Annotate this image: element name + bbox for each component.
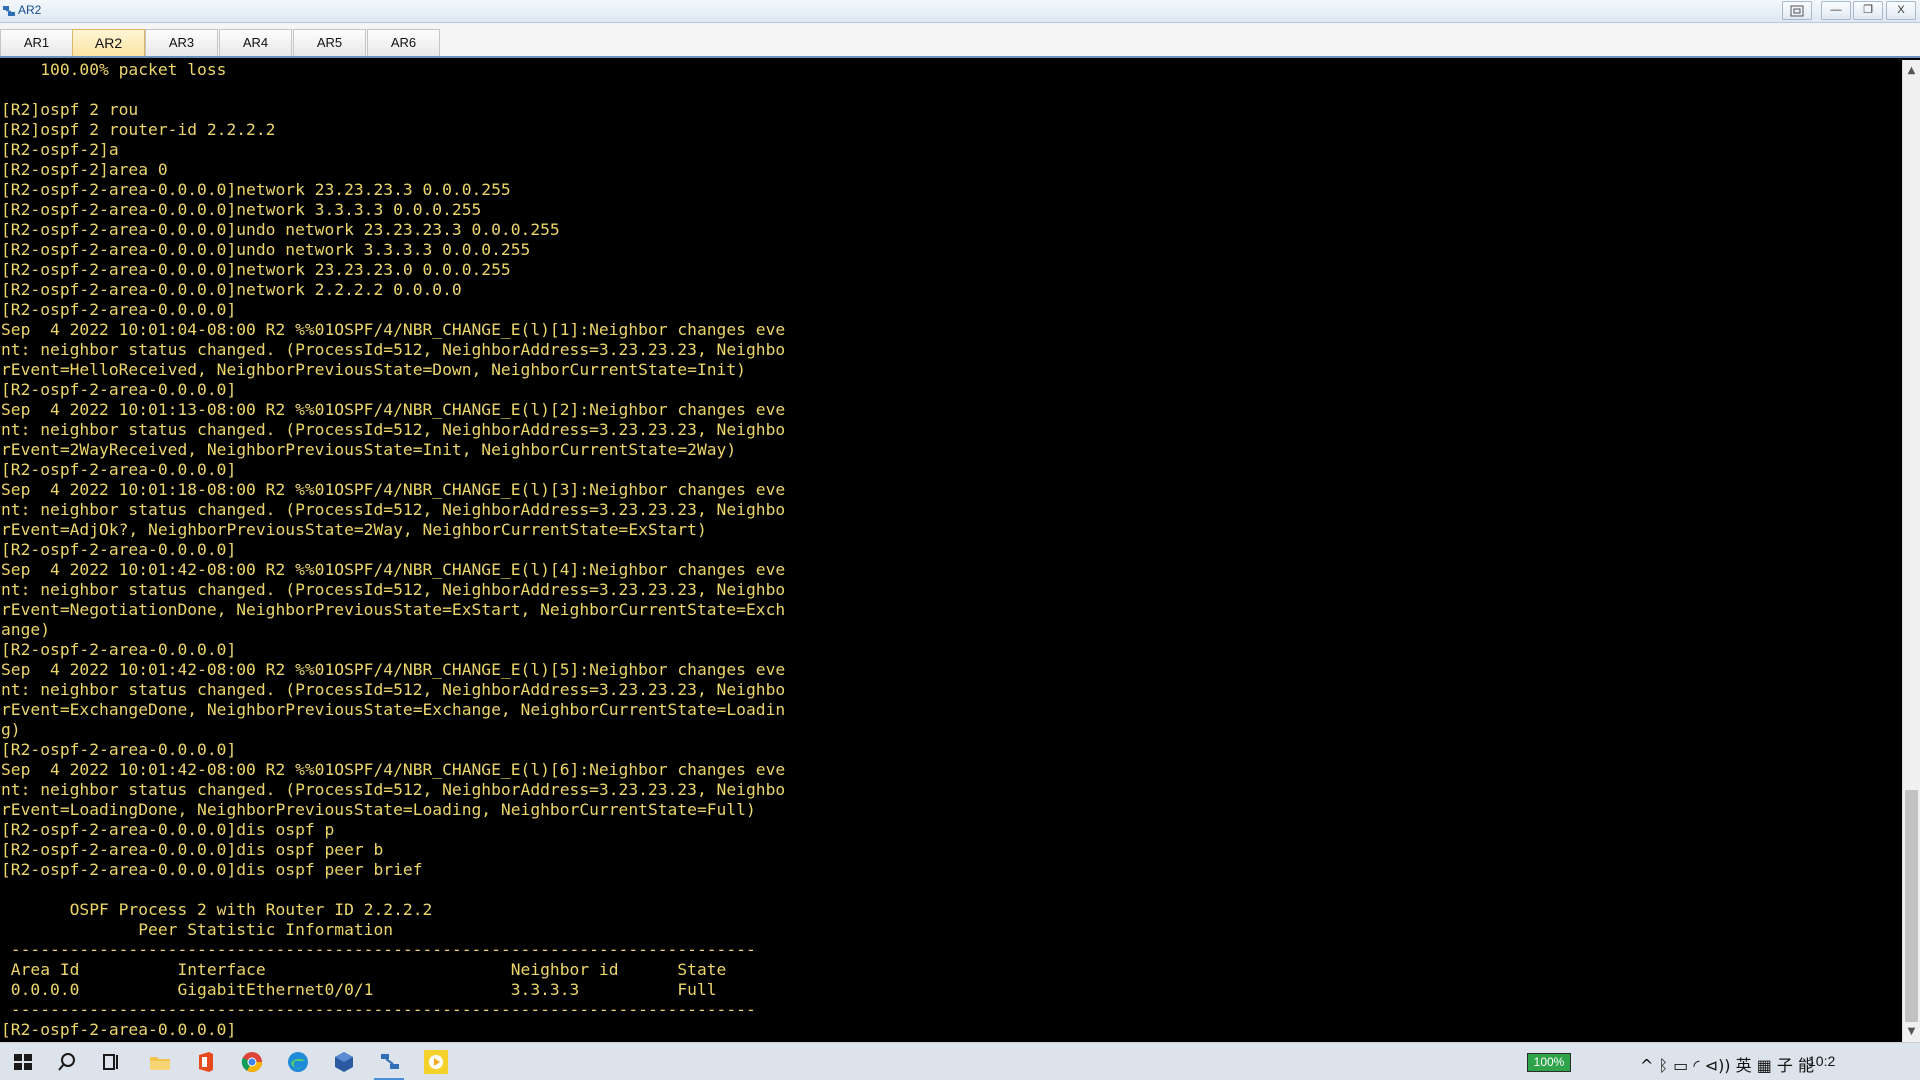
- terminal-line: [R2-ospf-2-area-0.0.0.0]dis ospf p: [1, 820, 335, 839]
- terminal-line: 100.00% packet loss: [1, 60, 227, 79]
- media-player-icon[interactable]: [423, 1050, 449, 1074]
- scroll-down-icon[interactable]: ▼: [1903, 1023, 1920, 1040]
- system-tray[interactable]: ^ ᛒ ▭ ◜ ⊲)) 英 ▦ 子 能: [1640, 1052, 1814, 1076]
- minimize-button[interactable]: —: [1821, 1, 1851, 20]
- terminal-line: [R2-ospf-2-area-0.0.0.0]: [1, 640, 237, 659]
- windows-start-icon[interactable]: [10, 1050, 36, 1074]
- terminal-line: [R2-ospf-2-area-0.0.0.0]: [1, 540, 237, 559]
- clock[interactable]: 10:2: [1808, 1053, 1835, 1069]
- terminal-line: g): [1, 720, 21, 739]
- terminal-line: nt: neighbor status changed. (ProcessId=…: [1, 580, 786, 599]
- virtualbox-icon[interactable]: [331, 1050, 357, 1074]
- terminal-line: nt: neighbor status changed. (ProcessId=…: [1, 500, 786, 519]
- terminal-line: OSPF Process 2 with Router ID 2.2.2.2: [1, 900, 433, 919]
- tile-icon: [1790, 5, 1804, 17]
- task-view-icon[interactable]: [98, 1050, 124, 1074]
- terminal-line: rEvent=HelloReceived, NeighborPreviousSt…: [1, 360, 746, 379]
- terminal-line: [R2-ospf-2-area-0.0.0.0]: [1, 740, 237, 759]
- terminal-line: nt: neighbor status changed. (ProcessId=…: [1, 780, 786, 799]
- window-title: AR2: [18, 3, 42, 17]
- terminal-line: [R2-ospf-2-area-0.0.0.0]network 2.2.2.2 …: [1, 280, 462, 299]
- terminal-line: Sep 4 2022 10:01:42-08:00 R2 %%01OSPF/4/…: [1, 560, 786, 579]
- terminal-line: nt: neighbor status changed. (ProcessId=…: [1, 680, 786, 699]
- terminal-line: [R2-ospf-2-area-0.0.0.0]network 23.23.23…: [1, 260, 511, 279]
- file-explorer-icon[interactable]: [147, 1050, 173, 1074]
- scroll-up-icon[interactable]: ▲: [1903, 62, 1920, 79]
- terminal-line: [R2]ospf 2 rou: [1, 100, 139, 119]
- terminal-line: [R2-ospf-2]a: [1, 140, 119, 159]
- terminal-line: Peer Statistic Information: [1, 920, 394, 939]
- terminal-line: [R2-ospf-2-area-0.0.0.0]network 23.23.23…: [1, 180, 511, 199]
- taskbar: 100% ^ ᛒ ▭ ◜ ⊲)) 英 ▦ 子 能 10:2: [0, 1042, 1920, 1080]
- tab-ar6[interactable]: AR6: [367, 29, 440, 56]
- terminal-line: [R2-ospf-2-area-0.0.0.0]dis ospf peer b: [1, 840, 384, 859]
- search-icon[interactable]: [54, 1050, 80, 1074]
- terminal-line: [R2-ospf-2-area-0.0.0.0]dis ospf peer br…: [1, 860, 423, 879]
- chrome-icon[interactable]: [239, 1050, 265, 1074]
- app-icon: [3, 6, 15, 16]
- tab-ar5[interactable]: AR5: [293, 29, 366, 56]
- terminal-console[interactable]: 100.00% packet loss [R2]ospf 2 rou [R2]os…: [0, 60, 1901, 1042]
- terminal-line: rEvent=NegotiationDone, NeighborPrevious…: [1, 600, 786, 619]
- tab-ar3[interactable]: AR3: [145, 29, 218, 56]
- terminal-line: Sep 4 2022 10:01:42-08:00 R2 %%01OSPF/4/…: [1, 760, 786, 779]
- terminal-line: ange): [1, 620, 51, 639]
- terminal-line: [R2-ospf-2-area-0.0.0.0]network 3.3.3.3 …: [1, 200, 482, 219]
- terminal-line: ----------------------------------------…: [1, 940, 756, 959]
- terminal-line: [R2-ospf-2-area-0.0.0.0]: [1, 300, 237, 319]
- terminal-line: Sep 4 2022 10:01:13-08:00 R2 %%01OSPF/4/…: [1, 400, 786, 419]
- terminal-line: rEvent=2WayReceived, NeighborPreviousSta…: [1, 440, 737, 459]
- ensp-icon[interactable]: [377, 1050, 403, 1074]
- edge-icon[interactable]: [285, 1050, 311, 1074]
- tab-ar4[interactable]: AR4: [219, 29, 292, 56]
- office-icon[interactable]: [193, 1050, 219, 1074]
- device-tab-bar: AR1 AR2 AR3 AR4 AR5 AR6: [0, 23, 1920, 58]
- tab-ar1[interactable]: AR1: [0, 29, 73, 56]
- terminal-line: rEvent=ExchangeDone, NeighborPreviousSta…: [1, 700, 786, 719]
- terminal-line: [R2-ospf-2-area-0.0.0.0]: [1, 380, 237, 399]
- terminal-line: [R2]ospf 2 router-id 2.2.2.2: [1, 120, 276, 139]
- close-button[interactable]: X: [1886, 1, 1916, 20]
- terminal-line: [R2-ospf-2]area 0: [1, 160, 168, 179]
- terminal-line: 0.0.0.0 GigabitEthernet0/0/1 3.3.3.3 Ful…: [1, 980, 717, 999]
- tab-ar2[interactable]: AR2: [72, 29, 145, 56]
- restore-button[interactable]: ❐: [1853, 1, 1883, 20]
- terminal-line: nt: neighbor status changed. (ProcessId=…: [1, 340, 786, 359]
- scroll-thumb[interactable]: [1905, 790, 1918, 1022]
- battery-indicator[interactable]: 100%: [1527, 1053, 1571, 1072]
- terminal-line: rEvent=AdjOk?, NeighborPreviousState=2Wa…: [1, 520, 707, 539]
- terminal-line: ----------------------------------------…: [1, 1000, 756, 1019]
- terminal-line: Sep 4 2022 10:01:18-08:00 R2 %%01OSPF/4/…: [1, 480, 786, 499]
- tile-windows-button[interactable]: [1782, 1, 1812, 20]
- terminal-line: [R2-ospf-2-area-0.0.0.0]: [1, 1020, 237, 1039]
- terminal-line: [R2-ospf-2-area-0.0.0.0]: [1, 460, 237, 479]
- terminal-line: nt: neighbor status changed. (ProcessId=…: [1, 420, 786, 439]
- terminal-output: 100.00% packet loss [R2]ospf 2 rou [R2]os…: [1, 60, 785, 1040]
- terminal-line: [R2-ospf-2-area-0.0.0.0]undo network 23.…: [1, 220, 560, 239]
- terminal-line: [R2-ospf-2-area-0.0.0.0]undo network 3.3…: [1, 240, 531, 259]
- terminal-scrollbar[interactable]: ▲ ▼: [1902, 60, 1920, 1042]
- terminal-line: rEvent=LoadingDone, NeighborPreviousStat…: [1, 800, 756, 819]
- terminal-line: Area Id Interface Neighbor id State: [1, 960, 727, 979]
- terminal-line: Sep 4 2022 10:01:04-08:00 R2 %%01OSPF/4/…: [1, 320, 786, 339]
- window-titlebar[interactable]: AR2 — ❐ X: [0, 0, 1920, 23]
- terminal-line: Sep 4 2022 10:01:42-08:00 R2 %%01OSPF/4/…: [1, 660, 786, 679]
